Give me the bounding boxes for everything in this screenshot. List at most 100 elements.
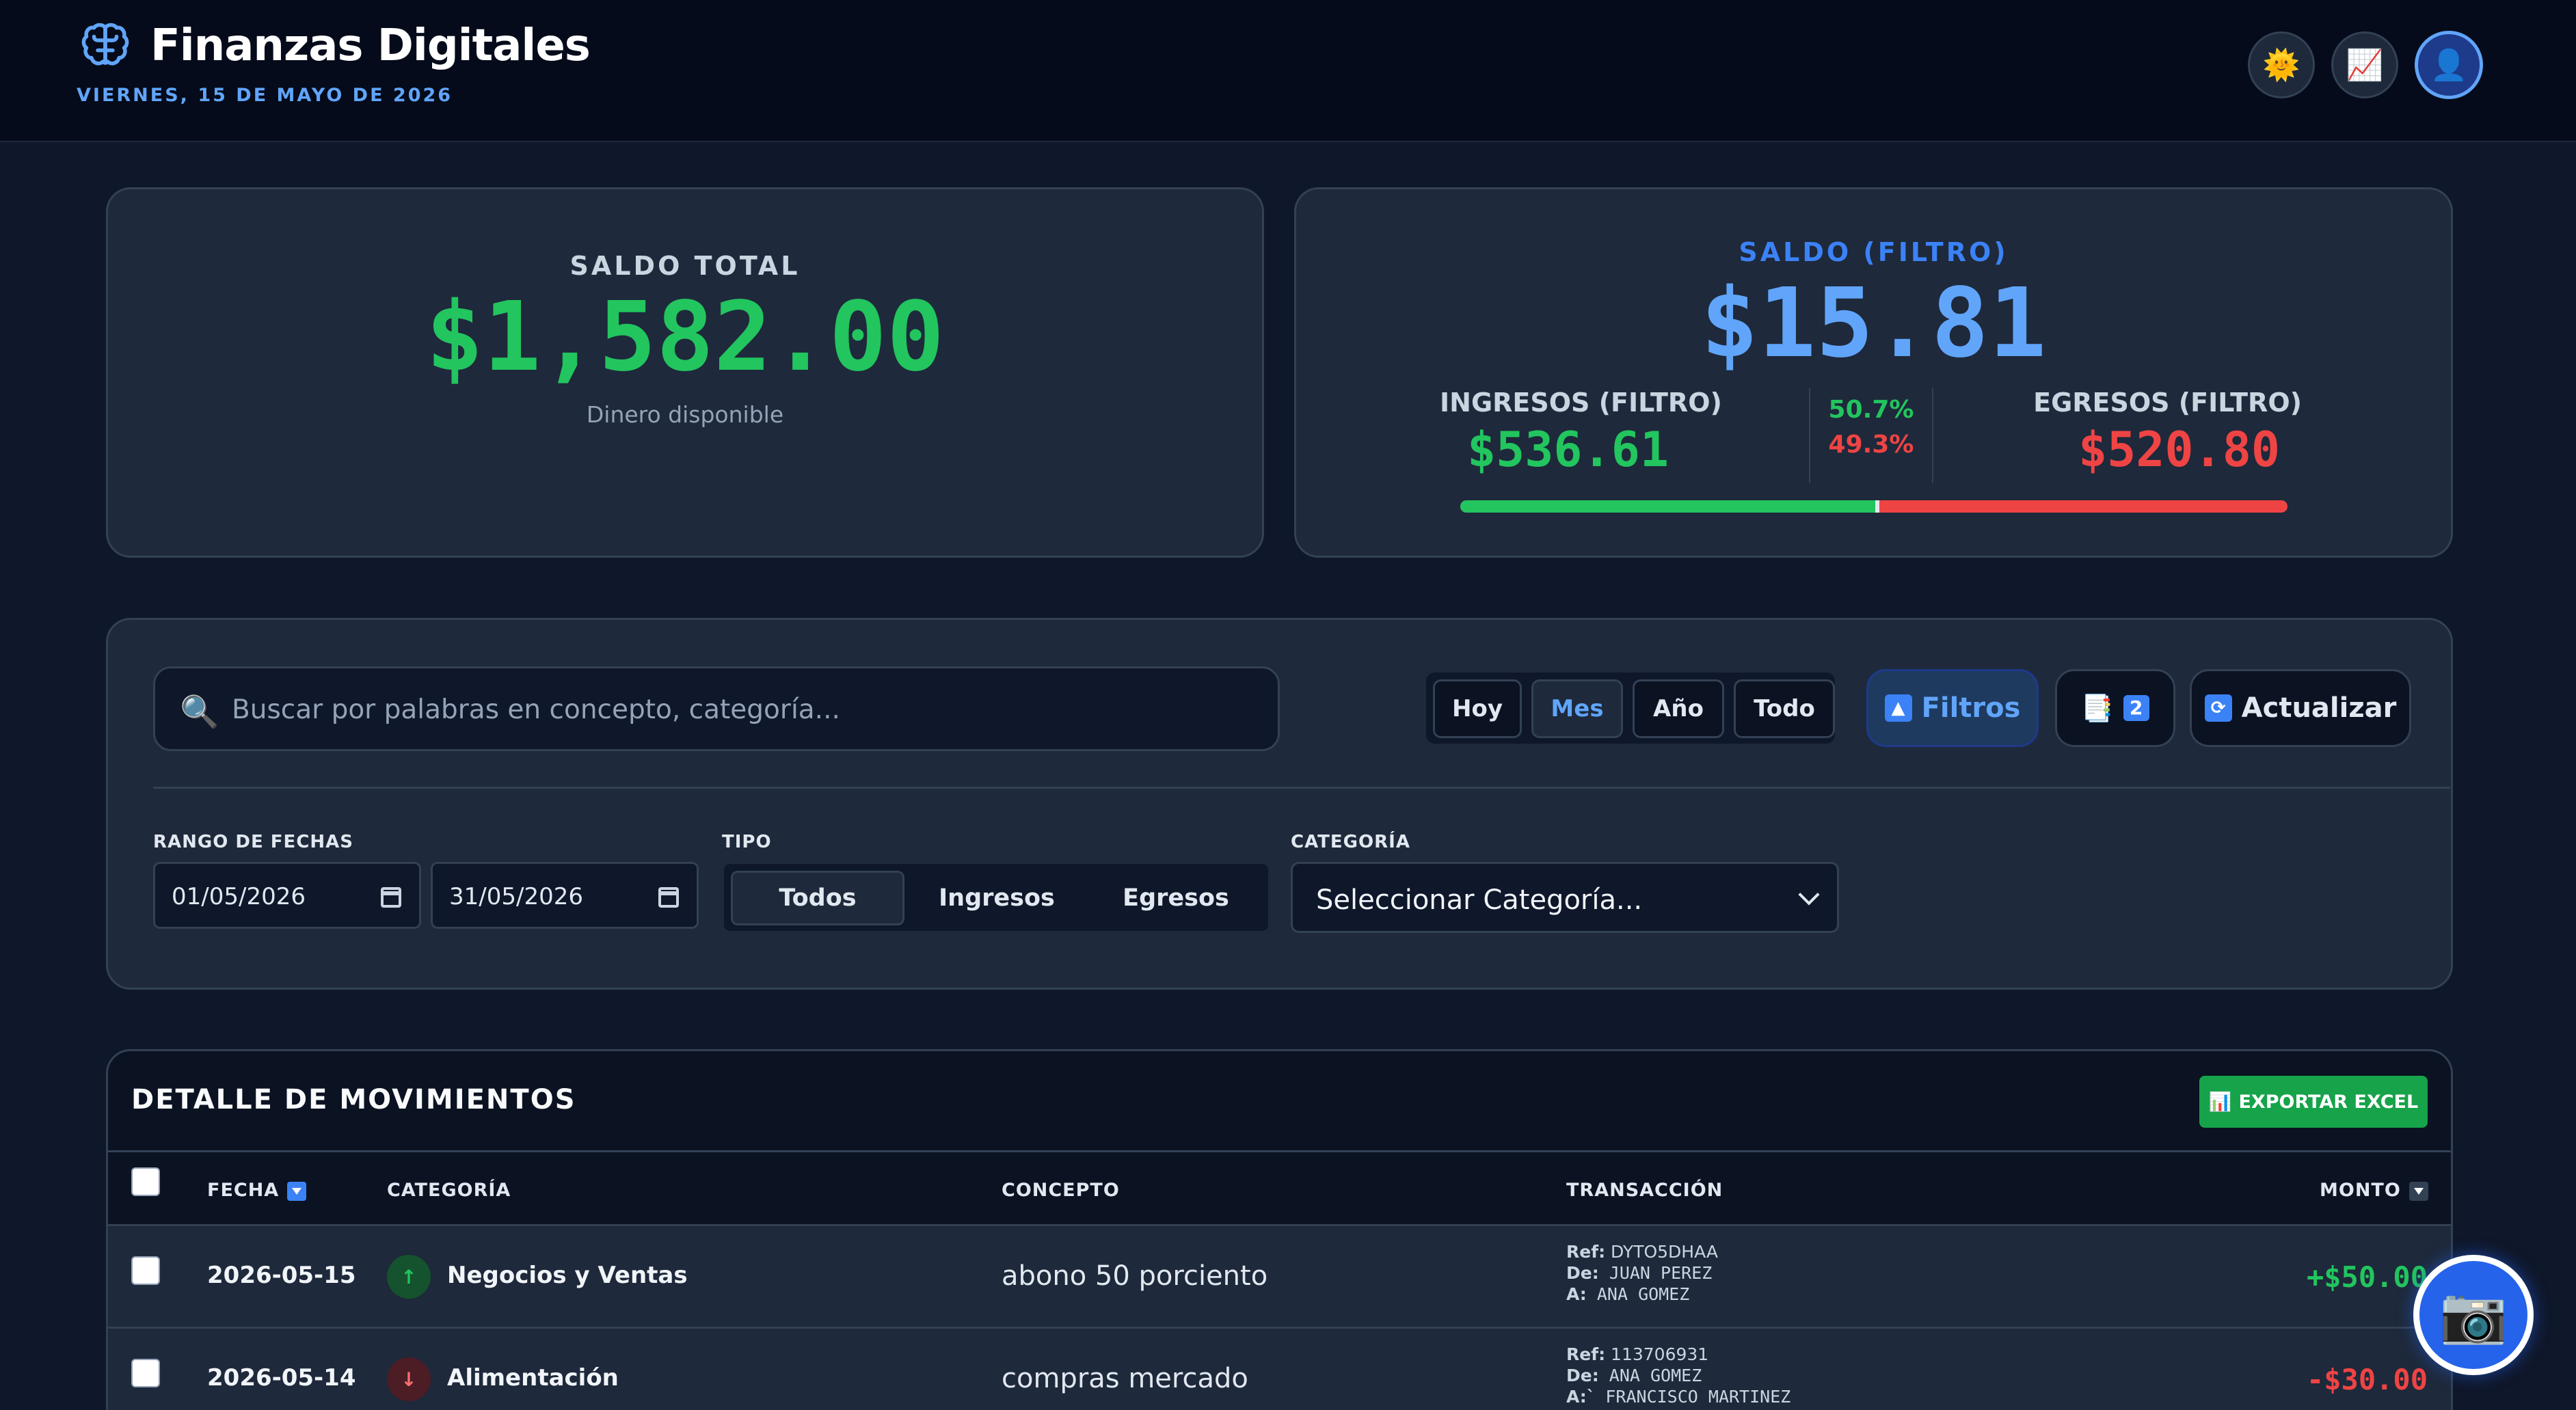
- table-column-headers: FECHA CATEGORÍA CONCEPTO TRANSACCIÓN MON…: [108, 1152, 2451, 1226]
- categoria-select[interactable]: Seleccionar Categoría...: [1291, 862, 1839, 933]
- table-row[interactable]: 2026-05-14 ↓ Alimentación compras mercad…: [108, 1329, 2451, 1410]
- saldo-filtro-label: SALDO (FILTRO): [1739, 237, 2009, 267]
- date-range-label: RANGO DE FECHAS: [153, 832, 354, 852]
- sun-icon: 🌞: [2262, 48, 2300, 83]
- column-header-monto[interactable]: MONTO: [2320, 1180, 2428, 1201]
- spreadsheet-icon: 📊: [2208, 1092, 2232, 1113]
- categoria-label: CATEGORÍA: [1291, 832, 1410, 852]
- column-header-monto-label: MONTO: [2320, 1180, 2401, 1201]
- filters-divider: [153, 787, 2450, 789]
- ref-value: 113706931: [1611, 1344, 1709, 1364]
- column-header-fecha-label: FECHA: [207, 1180, 280, 1201]
- row-amount: -$30.00: [2306, 1363, 2428, 1396]
- ingresos-filtro-label: INGRESOS (FILTRO): [1440, 388, 1722, 418]
- brain-icon: [81, 23, 129, 66]
- tipo-ingresos-button[interactable]: Ingresos: [910, 871, 1084, 925]
- tipo-selector: Todos Ingresos Egresos: [722, 862, 1270, 933]
- tipo-todos-button[interactable]: Todos: [731, 871, 904, 925]
- sort-desc-icon[interactable]: [287, 1181, 307, 1201]
- date-from-input[interactable]: 01/05/2026: [153, 862, 421, 929]
- column-header-fecha[interactable]: FECHA: [207, 1180, 307, 1201]
- row-date: 2026-05-14: [207, 1364, 356, 1392]
- refresh-button[interactable]: ⟳ Actualizar: [2190, 669, 2411, 747]
- current-date: VIERNES, 15 DE MAYO DE 2026: [77, 85, 453, 106]
- period-todo-button[interactable]: Todo: [1734, 679, 1835, 738]
- camera-icon: 📷: [2439, 1283, 2508, 1346]
- de-value: JUAN PEREZ: [1609, 1263, 1713, 1283]
- search-placeholder: Buscar por palabras en concepto, categor…: [232, 694, 840, 725]
- column-header-transaccion: TRANSACCIÓN: [1566, 1180, 1723, 1201]
- calendar-icon[interactable]: [381, 887, 401, 908]
- saldo-total-card: SALDO TOTAL $1,582.00 Dinero disponible: [106, 187, 1264, 558]
- row-transaction: Ref: 113706931 De: ANA GOMEZ A:` FRANCIS…: [1566, 1344, 1790, 1407]
- ingresos-egresos-bar: [1460, 500, 2287, 513]
- period-selector: Hoy Mes Año Todo: [1424, 670, 1837, 746]
- ingresos-filtro-value: $536.61: [1467, 422, 1669, 478]
- date-to-input[interactable]: 31/05/2026: [431, 862, 699, 929]
- row-concept: abono 50 porciento: [1002, 1260, 1268, 1292]
- categoria-select-value: Seleccionar Categoría...: [1316, 884, 1643, 916]
- column-header-concepto: CONCEPTO: [1002, 1180, 1120, 1201]
- filters-panel: 🔍 Buscar por palabras en concepto, categ…: [106, 618, 2453, 990]
- tipo-egresos-button[interactable]: Egresos: [1089, 871, 1263, 925]
- row-category: Alimentación: [447, 1364, 619, 1392]
- period-mes-button[interactable]: Mes: [1531, 679, 1623, 738]
- ingresos-bar-fill: [1460, 500, 1880, 513]
- table-header-bar: DETALLE DE MOVIMIENTOS 📊 EXPORTAR EXCEL: [108, 1051, 2451, 1152]
- de-value: ANA GOMEZ: [1609, 1366, 1702, 1385]
- ingresos-percentage: 50.7%: [1828, 396, 1914, 424]
- stats-button[interactable]: 📈: [2331, 31, 2398, 98]
- egresos-percentage: 49.3%: [1828, 431, 1914, 459]
- date-from-value: 01/05/2026: [172, 883, 306, 910]
- filtros-button[interactable]: ▲ Filtros: [1866, 669, 2039, 747]
- selection-count-button[interactable]: 📑 2: [2055, 669, 2175, 747]
- a-value: FRANCISCO MARTINEZ: [1605, 1387, 1791, 1407]
- egresos-filtro-value: $520.80: [2078, 422, 2280, 478]
- export-excel-label: EXPORTAR EXCEL: [2238, 1091, 2419, 1113]
- row-category: Negocios y Ventas: [447, 1262, 688, 1289]
- row-checkbox[interactable]: [131, 1359, 160, 1387]
- de-label: De:: [1566, 1263, 1599, 1283]
- theme-toggle-button[interactable]: 🌞: [2248, 31, 2315, 98]
- saldo-total-subtitle: Dinero disponible: [586, 401, 784, 428]
- date-to-value: 31/05/2026: [449, 883, 583, 910]
- refresh-label: Actualizar: [2241, 692, 2397, 724]
- movements-table: DETALLE DE MOVIMIENTOS 📊 EXPORTAR EXCEL …: [106, 1049, 2453, 1410]
- a-label: A:`: [1566, 1387, 1596, 1407]
- row-transaction: Ref: DYTO5DHAA De: JUAN PEREZ A: ANA GOM…: [1566, 1241, 1718, 1305]
- ref-value: DYTO5DHAA: [1611, 1242, 1719, 1262]
- saldo-total-value: $1,582.00: [425, 282, 945, 393]
- profile-button[interactable]: 👤: [2415, 31, 2483, 99]
- a-value: ANA GOMEZ: [1596, 1284, 1690, 1304]
- row-date: 2026-05-15: [207, 1262, 356, 1289]
- period-hoy-button[interactable]: Hoy: [1433, 679, 1522, 738]
- column-header-categoria: CATEGORÍA: [387, 1180, 511, 1201]
- chevron-down-icon: [1798, 884, 1820, 906]
- tipo-label: TIPO: [722, 832, 772, 852]
- sort-icon[interactable]: [2409, 1181, 2428, 1201]
- de-label: De:: [1566, 1366, 1599, 1385]
- camera-button[interactable]: 📷: [2413, 1255, 2534, 1375]
- row-checkbox[interactable]: [131, 1256, 160, 1285]
- calendar-icon[interactable]: [658, 887, 679, 908]
- a-label: A:: [1566, 1284, 1587, 1304]
- search-input[interactable]: 🔍 Buscar por palabras en concepto, categ…: [153, 666, 1280, 751]
- row-concept: compras mercado: [1002, 1363, 1248, 1394]
- selection-count-badge: 2: [2123, 695, 2149, 721]
- refresh-icon: ⟳: [2204, 694, 2232, 722]
- select-all-checkbox[interactable]: [131, 1167, 160, 1196]
- ref-label: Ref:: [1566, 1344, 1606, 1364]
- chart-icon: 📈: [2346, 48, 2384, 83]
- search-icon: 🔍: [180, 693, 219, 730]
- arrow-down-icon: ↓: [387, 1357, 431, 1401]
- row-amount: +$50.00: [2306, 1260, 2428, 1294]
- saldo-filtro-value: $15.81: [1700, 268, 2047, 379]
- document-icon: 📑: [2081, 692, 2114, 723]
- period-ano-button[interactable]: Año: [1633, 679, 1724, 738]
- table-row[interactable]: 2026-05-15 ↑ Negocios y Ventas abono 50 …: [108, 1226, 2451, 1329]
- app-header: Finanzas Digitales VIERNES, 15 DE MAYO D…: [0, 0, 2576, 142]
- export-excel-button[interactable]: 📊 EXPORTAR EXCEL: [2199, 1076, 2428, 1128]
- saldo-filtro-card: SALDO (FILTRO) $15.81 INGRESOS (FILTRO) …: [1294, 187, 2453, 558]
- saldo-total-label: SALDO TOTAL: [569, 251, 801, 281]
- user-icon: 👤: [2430, 48, 2468, 83]
